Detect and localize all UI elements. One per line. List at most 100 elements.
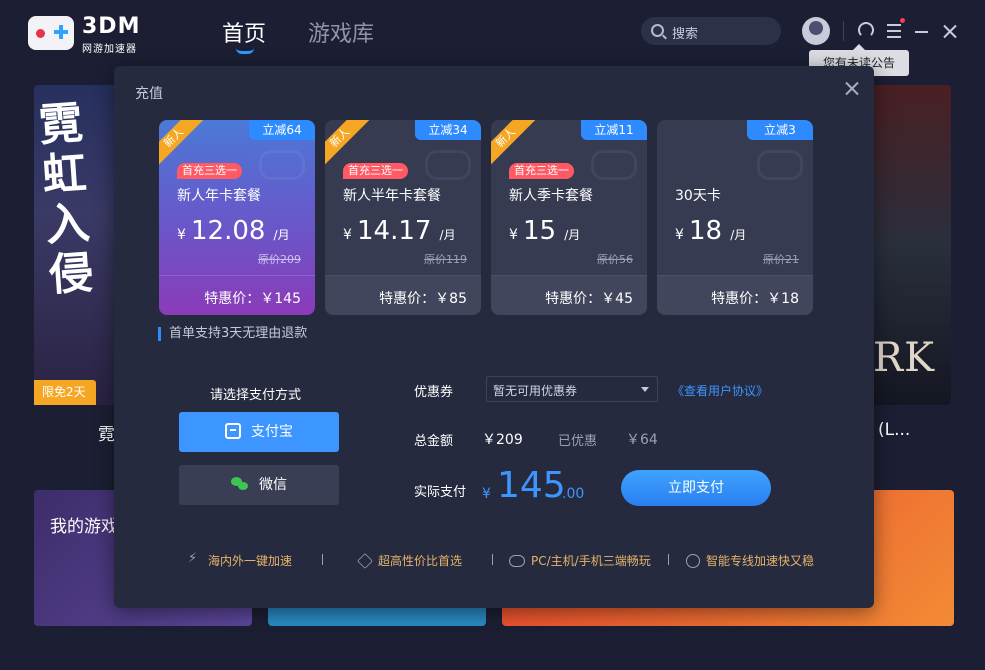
nav-active-indicator	[236, 48, 254, 54]
first-charge-pill: 首充三选一	[509, 163, 574, 179]
plan-name: 新人季卡套餐	[509, 188, 593, 204]
feature-separator	[492, 554, 493, 565]
discount-badge: 立减11	[581, 120, 647, 140]
special-price-bar: 特惠价：￥85	[325, 275, 481, 315]
plan-card-quarter[interactable]: 新人 立减11 首充三选一 新人季卡套餐 ¥ 15 /月 原价56 特惠价：￥4…	[491, 120, 647, 315]
discount-badge: 立减3	[747, 120, 813, 140]
price-currency: ¥	[177, 227, 186, 243]
feature-label: 超高性价比首选	[378, 554, 463, 568]
refund-note: 首单支持3天无理由退款	[158, 327, 307, 341]
user-agreement-link[interactable]: 《查看用户协议》	[672, 382, 768, 399]
discount-amount: ￥64	[626, 432, 658, 448]
new-user-ribbon: 新人	[159, 120, 205, 169]
plan-card-half-year[interactable]: 新人 立减34 首充三选一 新人半年卡套餐 ¥ 14.17 /月 原价119 特…	[325, 120, 481, 315]
price-value: 18	[689, 216, 723, 246]
special-price-bar: 特惠价：￥145	[159, 275, 315, 315]
price-unit: /月	[564, 228, 581, 242]
nav-home-tab[interactable]: 首页	[222, 16, 266, 48]
original-price: 原价21	[763, 253, 799, 266]
coupon-select[interactable]: 暂无可用优惠券	[486, 376, 658, 402]
original-price: 原价56	[597, 253, 633, 266]
original-price: 原价209	[258, 253, 301, 266]
plan-card-annual[interactable]: 新人 立减64 首充三选一 新人年卡套餐 ¥ 12.08 /月 原价209 特惠…	[159, 120, 315, 315]
notification-dot	[900, 18, 905, 23]
dialog-title: 充值	[135, 86, 163, 102]
minimize-icon[interactable]	[915, 31, 928, 33]
price-currency: ¥	[675, 227, 684, 243]
feature-item: 智能专线加速快又稳	[686, 552, 814, 569]
toolbar-divider	[843, 21, 844, 41]
actual-pay-currency: ¥	[482, 486, 491, 502]
search-box[interactable]: 搜索	[641, 17, 781, 45]
plan-price: ¥ 12.08 /月	[177, 216, 290, 246]
special-price-bar: 特惠价：￥45	[491, 275, 647, 315]
coupon-label: 优惠券	[414, 385, 454, 400]
wechat-pay-button[interactable]: 微信	[179, 465, 339, 505]
gamepad-watermark-icon	[259, 150, 305, 180]
feature-separator	[322, 554, 323, 565]
special-price: 特惠价：￥45	[545, 291, 633, 307]
plan-price: ¥ 14.17 /月	[343, 216, 456, 246]
total-amount: ￥209	[482, 432, 523, 448]
price-value: 14.17	[357, 216, 432, 246]
robot-icon	[686, 553, 700, 568]
plan-price: ¥ 18 /月	[675, 216, 746, 246]
new-user-ribbon: 新人	[325, 120, 371, 169]
background-game-card-right[interactable]: RK	[873, 85, 951, 405]
background-game-title-right: (L...	[878, 420, 911, 440]
free-badge: 限免2天	[34, 380, 96, 405]
original-price: 原价119	[424, 253, 467, 266]
alipay-button[interactable]: 支付宝	[179, 412, 339, 452]
price-unit: /月	[730, 228, 747, 242]
close-window-icon[interactable]	[943, 24, 957, 38]
lightning-icon	[188, 551, 202, 568]
my-games-title: 我的游戏	[50, 517, 118, 537]
discount-badge: 立减34	[415, 120, 481, 140]
search-icon	[651, 24, 664, 37]
plan-name: 新人半年卡套餐	[343, 188, 441, 204]
gamepad-watermark-icon	[757, 150, 803, 180]
special-price: 特惠价：￥85	[379, 291, 467, 307]
payment-method-title: 请选择支付方式	[210, 388, 302, 403]
alipay-icon	[225, 423, 241, 439]
first-charge-pill: 首充三选一	[343, 163, 408, 179]
gamepad-icon	[509, 554, 525, 567]
gamepad-watermark-icon	[591, 150, 637, 180]
price-value: 12.08	[191, 216, 266, 246]
pay-now-button[interactable]: 立即支付	[621, 470, 771, 506]
avatar[interactable]	[802, 17, 830, 45]
game-art-text: 霓虹入侵	[37, 98, 91, 302]
background-game-title-left: 霓	[98, 425, 115, 445]
price-unit: /月	[439, 228, 456, 242]
feature-label: 智能专线加速快又稳	[706, 554, 815, 568]
plan-card-30-days[interactable]: 立减3 30天卡 ¥ 18 /月 原价21 特惠价：￥18	[657, 120, 813, 315]
total-label: 总金额	[414, 434, 454, 449]
app-logo[interactable]: 3DM 网游加速器	[28, 14, 158, 55]
feature-item: 超高性价比首选	[357, 552, 463, 569]
menu-icon[interactable]	[887, 24, 901, 38]
special-price: 特惠价：￥145	[204, 291, 301, 307]
price-currency: ¥	[509, 227, 518, 243]
wechat-icon	[231, 477, 249, 491]
new-user-ribbon: 新人	[491, 120, 537, 169]
feature-label: 海内外一键加速	[208, 554, 293, 568]
price-unit: /月	[273, 228, 290, 242]
feature-item: 海内外一键加速	[188, 551, 293, 569]
chevron-down-icon	[641, 387, 649, 392]
plan-price: ¥ 15 /月	[509, 216, 580, 246]
recharge-dialog: 充值 新人 立减64 首充三选一 新人年卡套餐 ¥ 12.08 /月 原价209…	[114, 66, 874, 608]
discount-label: 已优惠	[558, 434, 598, 449]
feature-label: PC/主机/手机三端畅玩	[531, 554, 651, 568]
headset-icon[interactable]	[858, 22, 874, 38]
first-charge-pill: 首充三选一	[177, 163, 242, 179]
game-art-text-right: RK	[873, 335, 935, 381]
background-game-card-left[interactable]: 霓虹入侵	[34, 85, 118, 405]
gamepad-watermark-icon	[425, 150, 471, 180]
logo-title: 3DM	[82, 14, 141, 39]
wechat-label: 微信	[259, 477, 287, 493]
price-value: 15	[523, 216, 557, 246]
coupon-value: 暂无可用优惠券	[493, 384, 578, 398]
nav-library-tab[interactable]: 游戏库	[308, 16, 374, 48]
feature-separator	[668, 554, 669, 565]
close-icon[interactable]	[845, 81, 859, 95]
